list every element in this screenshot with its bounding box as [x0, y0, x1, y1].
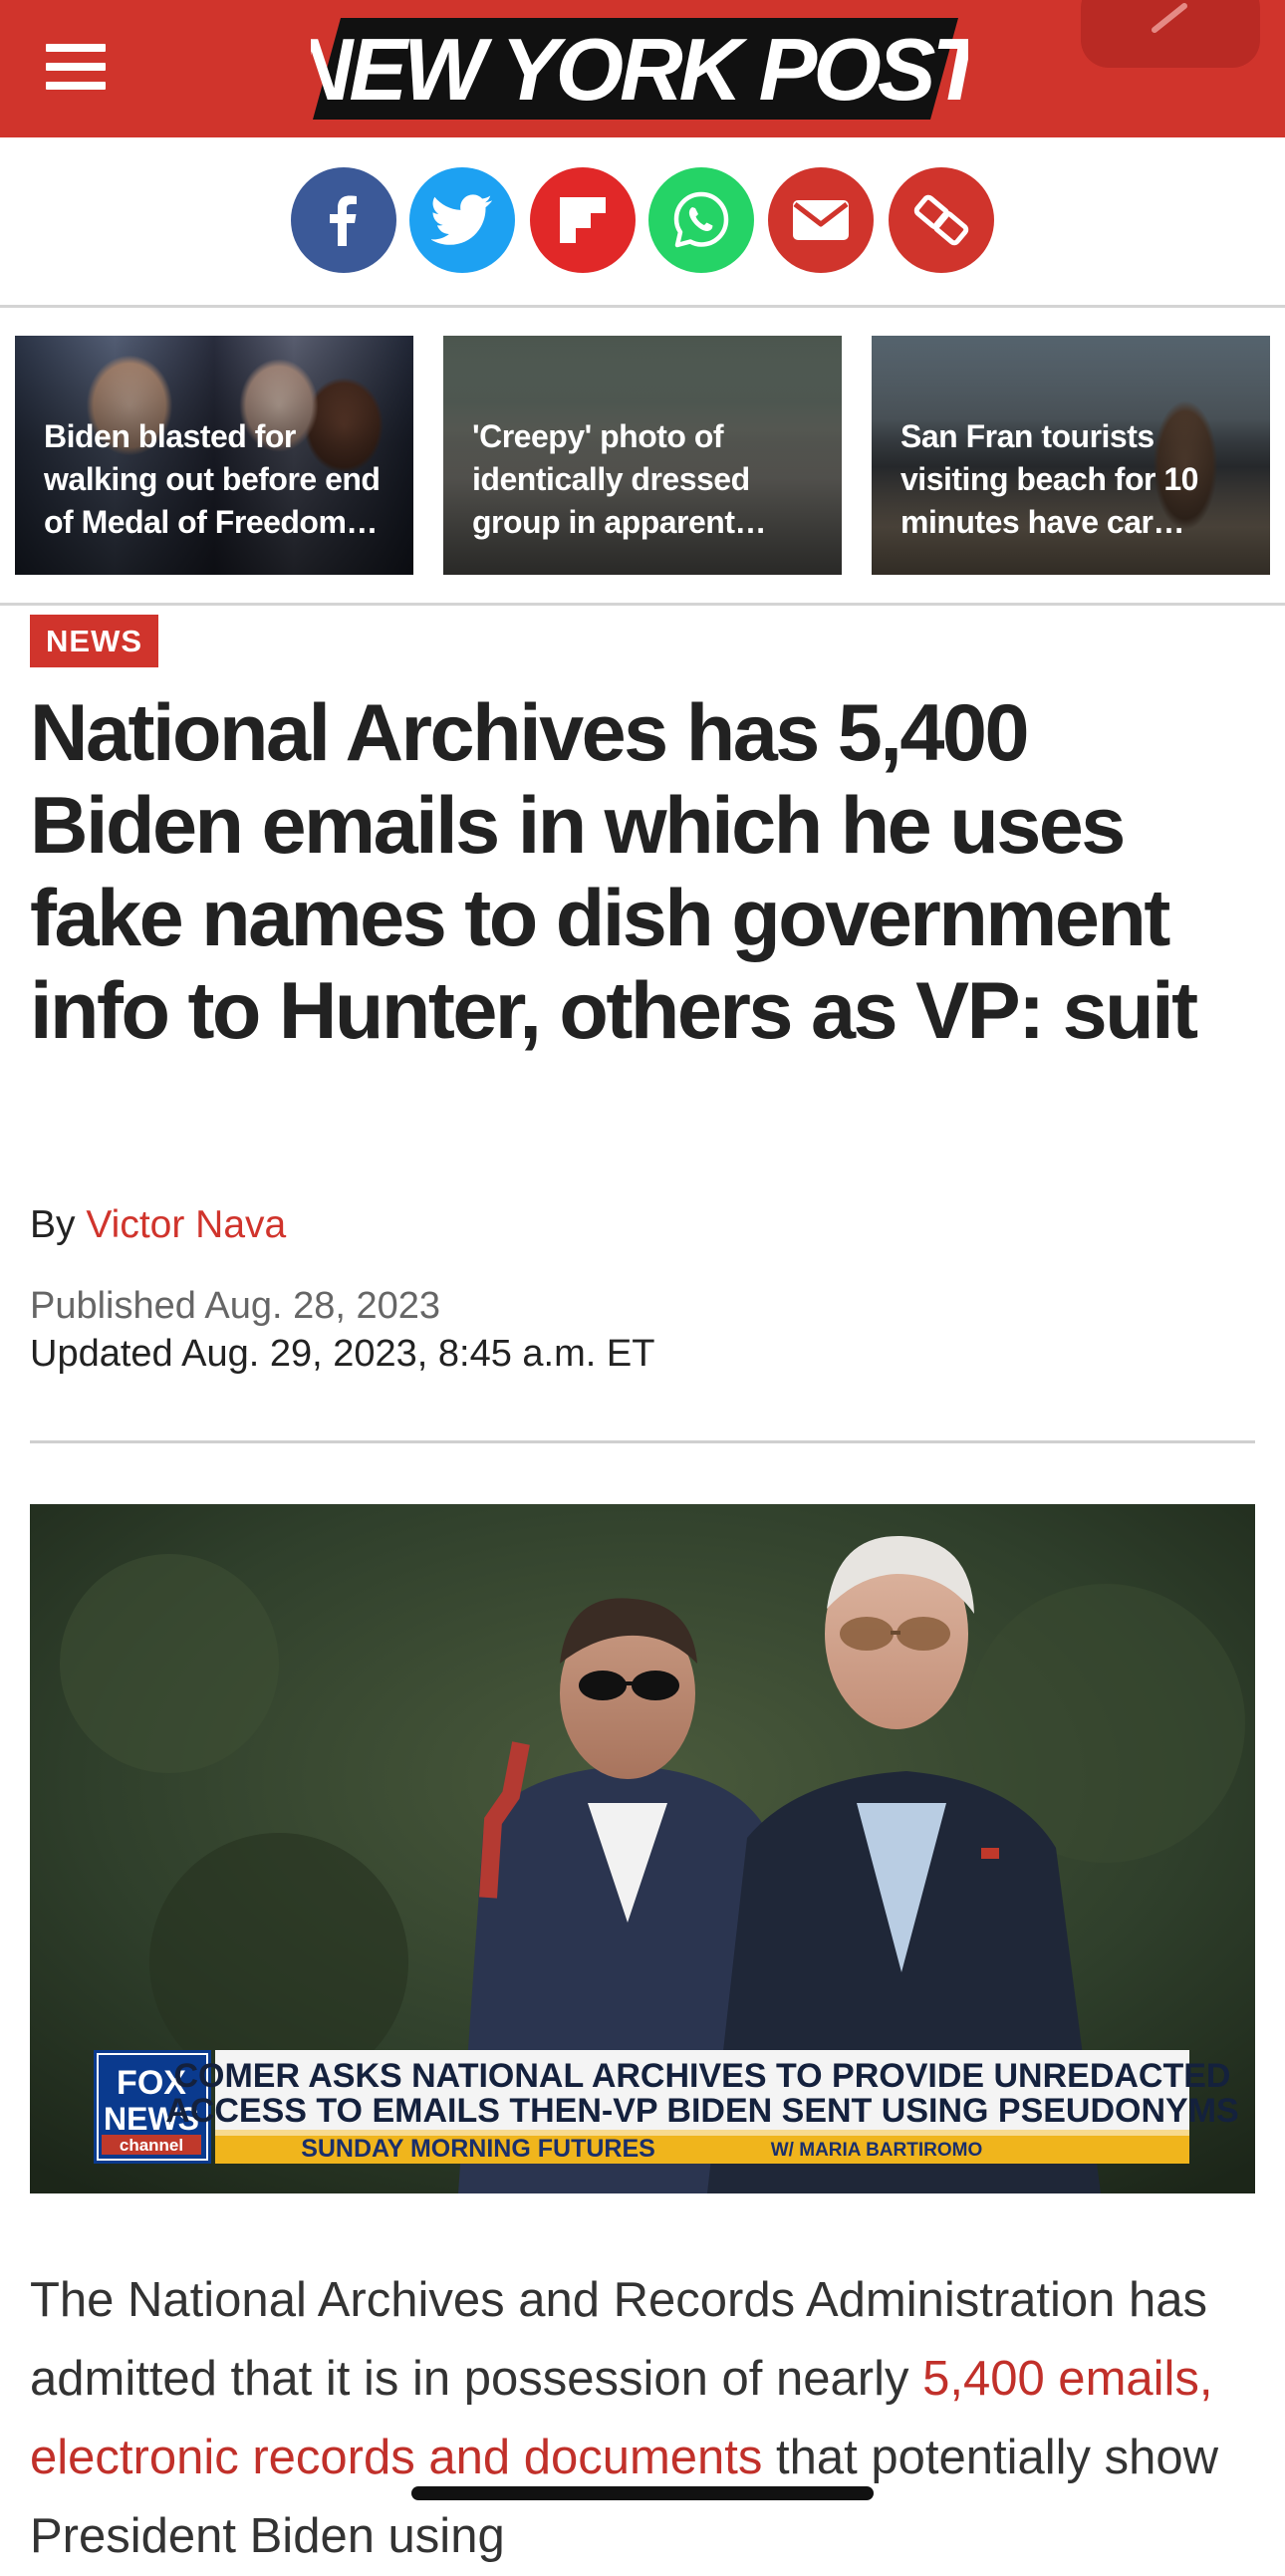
- flipboard-icon: [560, 197, 606, 243]
- twitter-share-button[interactable]: [409, 167, 515, 273]
- share-bar: [0, 137, 1285, 308]
- related-stories: Biden blasted for walking out before end…: [0, 308, 1285, 606]
- byline: By Victor Nava: [30, 1203, 286, 1247]
- published-date: Published Aug. 28, 2023: [30, 1285, 441, 1327]
- site-logo[interactable]: NEW YORK POST: [311, 14, 968, 124]
- related-story-card[interactable]: Biden blasted for walking out before end…: [15, 336, 413, 575]
- story-title: San Fran tourists visiting beach for 10 …: [900, 418, 1198, 540]
- article-body-paragraph: The National Archives and Records Admini…: [30, 2261, 1265, 2576]
- facebook-icon: [330, 195, 357, 246]
- pencil-icon: [1152, 3, 1187, 33]
- related-story-card[interactable]: 'Creepy' photo of identically dressed gr…: [443, 336, 842, 575]
- facebook-share-button[interactable]: [291, 167, 396, 273]
- author-link[interactable]: Victor Nava: [86, 1203, 286, 1246]
- whatsapp-share-button[interactable]: [648, 167, 754, 273]
- show-name: SUNDAY MORNING FUTURES: [301, 2135, 655, 2163]
- show-host: W/ MARIA BARTIROMO: [771, 2140, 983, 2161]
- whatsapp-icon: [673, 191, 729, 248]
- story-title: 'Creepy' photo of identically dressed gr…: [472, 418, 750, 540]
- story-title: Biden blasted for walking out before end…: [44, 418, 381, 540]
- chyron-line-1: COMER ASKS NATIONAL ARCHIVES TO PROVIDE …: [173, 2057, 1230, 2095]
- updated-date: Updated Aug. 29, 2023, 8:45 a.m. ET: [30, 1333, 655, 1375]
- hero-photo: FOX NEWS channel COMER ASKS NATIONAL ARC…: [30, 1504, 1255, 2193]
- email-share-button[interactable]: [768, 167, 874, 273]
- svg-text:channel: channel: [120, 2136, 183, 2155]
- article-headline: National Archives has 5,400 Biden emails…: [30, 688, 1198, 1056]
- divider: [30, 1440, 1255, 1443]
- home-indicator[interactable]: [411, 2486, 874, 2500]
- menu-icon[interactable]: [46, 44, 106, 90]
- flipboard-share-button[interactable]: [530, 167, 636, 273]
- site-header: NEW YORK POST: [0, 0, 1285, 137]
- section-badge[interactable]: NEWS: [30, 615, 158, 667]
- chyron-line-2: ACCESS TO EMAILS THEN-VP BIDEN SENT USIN…: [165, 2092, 1238, 2130]
- twitter-icon: [431, 194, 492, 245]
- copy-link-button[interactable]: [889, 167, 994, 273]
- article-hero-image[interactable]: FOX NEWS channel COMER ASKS NATIONAL ARC…: [30, 1504, 1255, 2193]
- email-icon: [793, 200, 849, 240]
- edit-button[interactable]: [1081, 0, 1260, 68]
- byline-prefix: By: [30, 1203, 76, 1246]
- related-story-card[interactable]: San Fran tourists visiting beach for 10 …: [872, 336, 1270, 575]
- link-icon: [913, 194, 969, 246]
- svg-text:NEW YORK POST: NEW YORK POST: [311, 20, 968, 119]
